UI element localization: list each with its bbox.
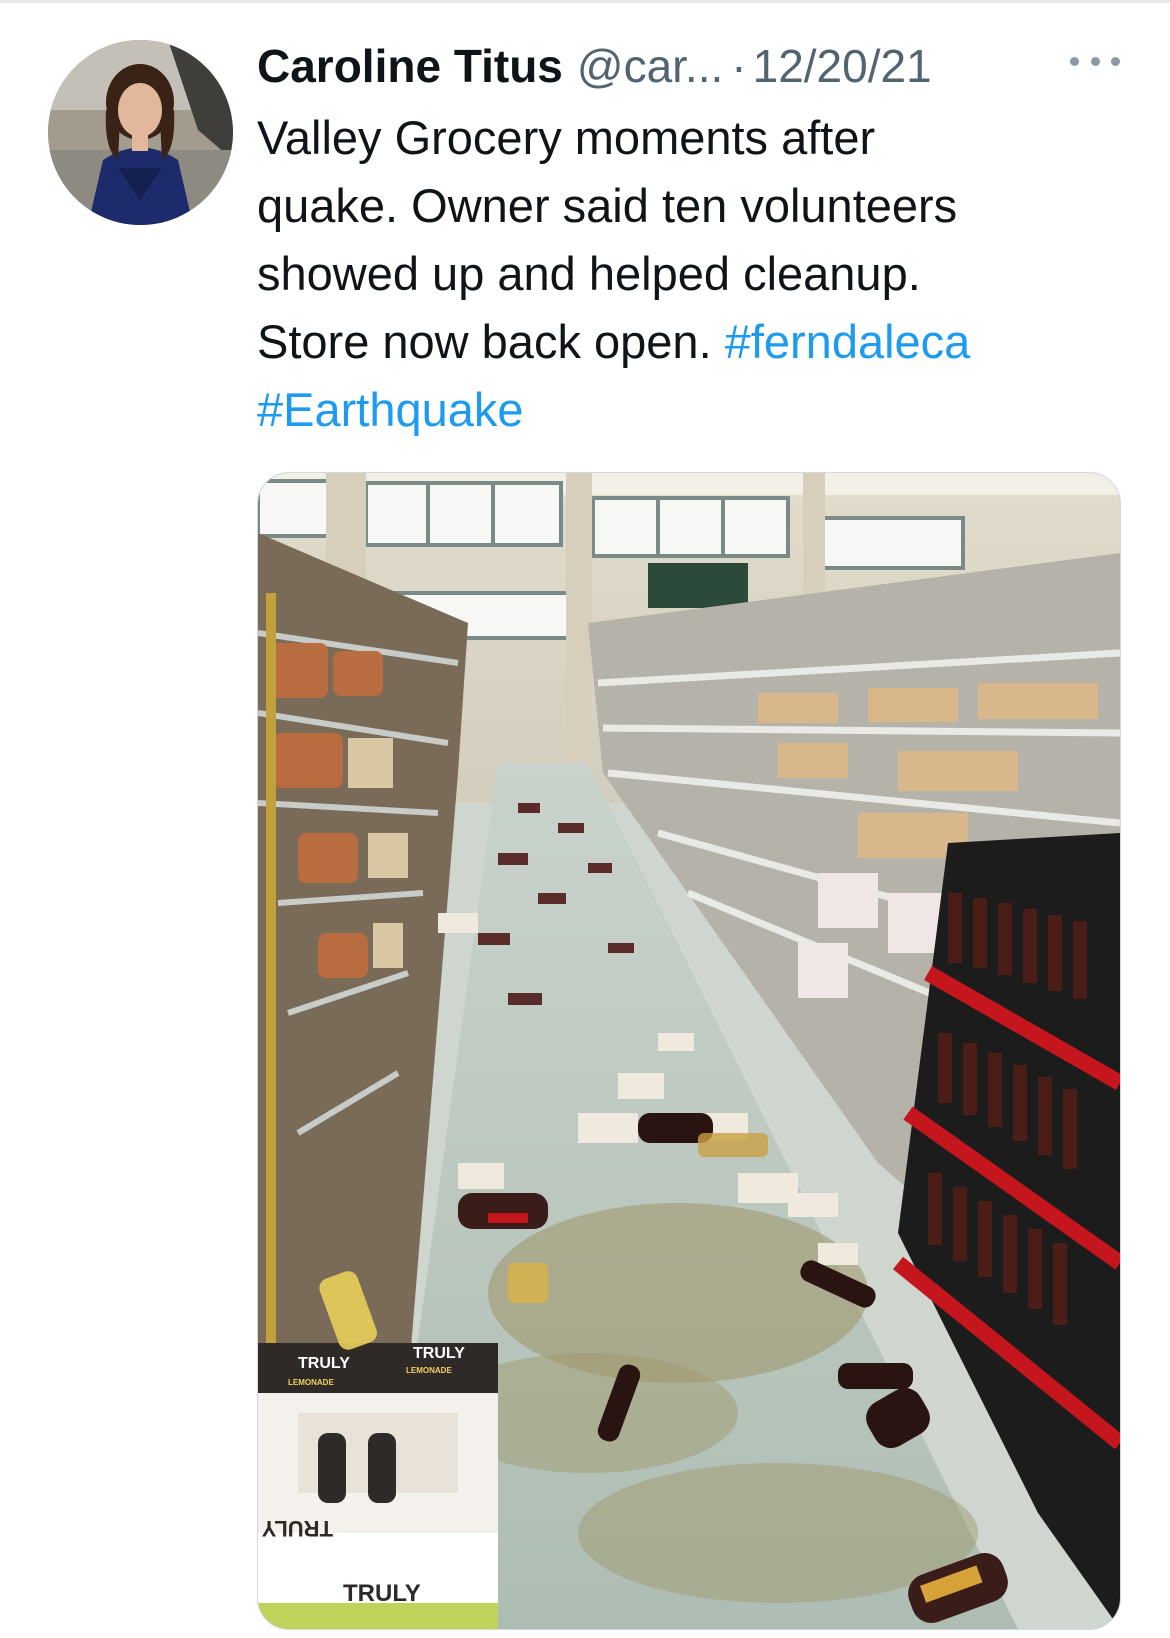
- more-horizontal-icon[interactable]: [1070, 46, 1120, 76]
- tweet-text-line: Valley Grocery moments after: [257, 111, 876, 164]
- tweet-text-line: showed up and helped cleanup.: [257, 247, 921, 300]
- author-name[interactable]: Caroline Titus: [257, 36, 563, 96]
- top-divider: [0, 0, 1170, 3]
- media-sign-text: LEMONADE: [406, 1366, 452, 1375]
- tweet-text-line: quake. Owner said ten volunteers: [257, 179, 958, 232]
- tweet-text: Valley Grocery moments after quake. Owne…: [257, 104, 1137, 444]
- media-sign-text: LEMONADE: [288, 1378, 334, 1387]
- media-sign-text: TRULY: [343, 1580, 421, 1607]
- media-sign-text: TRULY: [261, 1516, 333, 1541]
- tweet-text-line: Store now back open. #ferndaleca: [257, 315, 971, 368]
- avatar[interactable]: [48, 40, 233, 225]
- tweet-header: Caroline Titus @car... · 12/20/21: [257, 36, 1127, 96]
- separator-dot: ·: [731, 40, 747, 92]
- tweet-text-line: #Earthquake: [257, 376, 1137, 444]
- hashtag-link[interactable]: #ferndaleca: [725, 315, 971, 368]
- hashtag-link[interactable]: #Earthquake: [257, 383, 524, 436]
- tweet-photo[interactable]: TRULY LEMONADE TRULY LEMONADE TRULY TRUL…: [257, 472, 1121, 1630]
- media-sign-text: TRULY: [298, 1355, 350, 1372]
- author-handle[interactable]: @car...: [577, 36, 723, 96]
- tweet-date[interactable]: 12/20/21: [753, 36, 932, 96]
- media-sign-text: TRULY: [413, 1345, 465, 1362]
